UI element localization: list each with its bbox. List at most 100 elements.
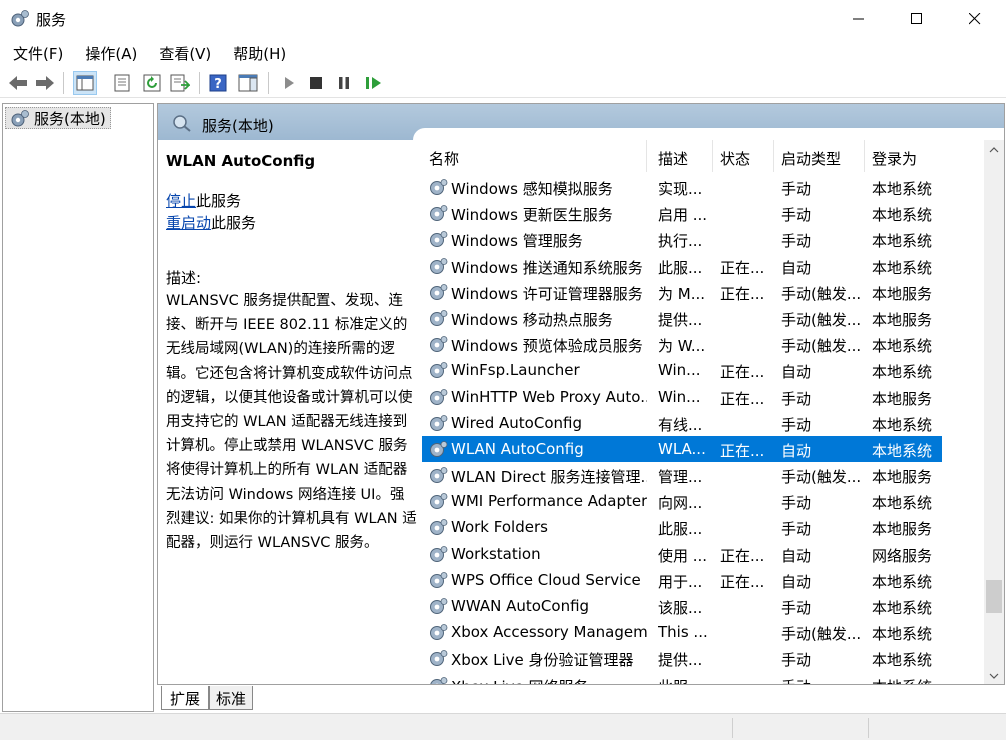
export-list-button[interactable] (168, 71, 192, 95)
status-bar (0, 713, 1006, 740)
back-button[interactable] (6, 71, 30, 95)
service-gear-icon (430, 676, 448, 684)
column-header-name[interactable]: ^ 名称 (422, 140, 647, 172)
service-row[interactable]: Windows 预览体验成员服务为 W... 手动(触发... 本地系统 (422, 331, 942, 357)
service-row[interactable]: Xbox Live 身份验证管理器 提供... 手动 本地系统 (422, 645, 942, 671)
start-service-button[interactable] (277, 71, 301, 95)
service-log-on-as: 本地服务 (872, 310, 933, 329)
description-label: 描述: (166, 269, 202, 287)
service-row[interactable]: WMI Performance Adapter 向网... 手动 本地系统 (422, 488, 942, 514)
service-gear-icon (430, 571, 448, 588)
tab-standard[interactable]: 标准 (209, 686, 253, 710)
show-hide-action-pane-button[interactable] (236, 71, 260, 95)
service-gear-icon (430, 650, 448, 667)
service-description: 为 M... (658, 284, 706, 303)
menu-action[interactable]: 操作(A) (72, 40, 146, 66)
list-header: ^ 名称 描述 状态 启动类型 登录为 (422, 140, 988, 172)
service-row[interactable]: Windows 移动热点服务 提供... 手动(触发... 本地服务 (422, 305, 942, 331)
service-gear-icon (430, 493, 448, 510)
magnifier-icon (173, 115, 191, 132)
service-name: WLAN AutoConfig (451, 439, 584, 458)
service-description: 提供... (658, 310, 703, 329)
service-gear-icon (430, 440, 448, 457)
service-row[interactable]: Windows 许可证管理器服务为 M... 正在... 手动(触发... 本地服务 (422, 279, 942, 305)
stop-service-button[interactable] (304, 71, 328, 95)
service-row[interactable]: Windows 管理服务 执行... 手动 本地系统 (422, 226, 942, 252)
maximize-button[interactable] (888, 0, 946, 38)
scroll-down-button[interactable] (984, 666, 1004, 684)
service-row[interactable]: WinHTTP Web Proxy Auto... Win... 正在... 手动 本地… (422, 384, 942, 410)
column-logon-label: 登录为 (872, 150, 918, 168)
service-row[interactable]: WinFsp.Launcher Win... 正在... 自动 本地系统 (422, 357, 942, 383)
service-gear-icon (430, 519, 448, 536)
service-row[interactable]: Windows 推送通知系统服务 此服... 正在... 自动 本地系统 (422, 253, 942, 279)
restart-icon (366, 77, 381, 89)
help-button[interactable]: ? (206, 71, 230, 95)
service-gear-icon (430, 231, 448, 248)
service-row[interactable]: WLAN Direct 服务连接管理... 管理... 手动(触发... 本地服务 (422, 462, 942, 488)
service-startup-type: 手动(触发... (781, 337, 862, 356)
tree-item-services-local[interactable]: 服务(本地) (5, 107, 111, 129)
stop-service-link[interactable]: 停止 (166, 192, 196, 210)
properties-icon (114, 74, 130, 92)
service-startup-type: 手动 (781, 676, 865, 684)
console-tree-button[interactable] (73, 71, 97, 95)
properties-button[interactable] (110, 71, 134, 95)
service-log-on-as: 网络服务 (872, 546, 933, 565)
close-button[interactable] (946, 0, 1004, 38)
service-row[interactable]: Windows 更新医生服务 启用 ... 手动 本地系统 (422, 200, 942, 226)
service-description: Win... (658, 361, 701, 380)
service-status: 正在... (720, 572, 765, 591)
service-description: 此服... (658, 258, 703, 277)
service-log-on-as: 本地系统 (872, 180, 933, 198)
service-name: Work Folders (451, 518, 548, 537)
service-status: 正在... (720, 546, 765, 565)
service-startup-type: 自动 (781, 258, 812, 277)
service-row[interactable]: Wired AutoConfig 有线... 手动 本地系统 (422, 410, 942, 436)
service-description: 此服... (658, 520, 703, 539)
service-row[interactable]: WLAN AutoConfig WLA... 正在... 自动 本地系统 (422, 435, 942, 463)
service-gear-icon (430, 545, 448, 562)
status-separator (732, 718, 733, 738)
menu-help[interactable]: 帮助(H) (220, 40, 295, 66)
service-name: WWAN AutoConfig (451, 597, 590, 615)
service-row[interactable]: WWAN AutoConfig 该服... 手动 本地系统 (422, 593, 942, 619)
minimize-button[interactable] (830, 0, 888, 38)
column-header-description[interactable]: 描述 (651, 140, 713, 172)
service-row[interactable]: Windows 感知模拟服务 实现... 手动 本地系统 (422, 174, 942, 200)
menu-file[interactable]: 文件(F) (0, 40, 72, 66)
services-gear-icon (11, 10, 29, 27)
restart-service-link[interactable]: 重启动 (166, 214, 211, 232)
pause-service-button[interactable] (332, 71, 356, 95)
tree-item-label: 服务(本地) (34, 109, 106, 128)
restart-service-button[interactable] (362, 71, 386, 95)
column-header-log-on-as[interactable]: 登录为 (865, 140, 943, 172)
service-description: 为 W... (658, 337, 706, 356)
service-name: Xbox Live 网络服务 (451, 676, 647, 684)
window-title: 服务 (36, 11, 67, 29)
service-row[interactable]: Workstation 使用 ... 正在... 自动 网络服务 (422, 541, 942, 567)
service-name: Windows 移动热点服务 (451, 310, 613, 329)
menu-bar: 文件(F) 操作(A) 查看(V) 帮助(H) (0, 40, 1006, 66)
service-row[interactable]: Xbox Live 网络服务 此服... 手动本地系统 (422, 672, 942, 684)
service-status: 正在... (720, 363, 765, 382)
forward-button[interactable] (33, 71, 57, 95)
forward-arrow-icon (36, 76, 54, 90)
service-row[interactable]: Xbox Accessory Managem... This ... 手动(触发..… (422, 619, 942, 645)
service-log-on-as: 本地服务 (872, 284, 933, 303)
service-description: 向网... (658, 494, 703, 513)
service-row[interactable]: Work Folders 此服... 手动 本地服务 (422, 514, 942, 540)
scroll-up-button[interactable] (984, 140, 1004, 160)
vertical-scrollbar[interactable] (984, 140, 1004, 684)
menu-view[interactable]: 查看(V) (146, 40, 220, 66)
tab-extended[interactable]: 扩展 (161, 686, 209, 710)
refresh-button[interactable] (140, 71, 164, 95)
service-log-on-as: 本地服务 (872, 468, 933, 487)
services-list: ^ 名称 描述 状态 启动类型 登录为 Windows 感知模拟服务 实现... 手… (422, 140, 988, 684)
scrollbar-thumb[interactable] (986, 580, 1002, 613)
column-header-startup-type[interactable]: 启动类型 (774, 140, 865, 172)
service-row[interactable]: WPS Office Cloud Service 用于... 正在... 自动 本地系统 (422, 567, 942, 593)
column-header-status[interactable]: 状态 (713, 140, 774, 172)
service-name: Windows 更新医生服务 (451, 206, 613, 225)
service-name: Xbox Accessory Managem... (451, 623, 647, 642)
